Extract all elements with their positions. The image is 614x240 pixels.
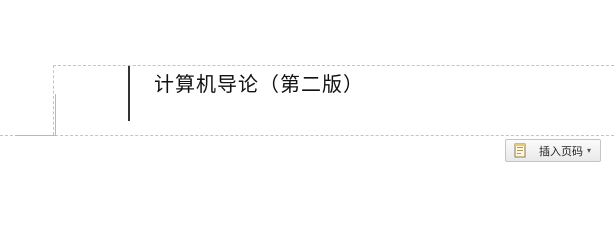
- document-page: 计算机导论（第二版） 插入页码 ▾: [0, 0, 614, 223]
- page-number-icon: [514, 143, 527, 158]
- insert-page-number-label: 插入页码: [539, 144, 583, 158]
- insert-page-number-button[interactable]: 插入页码 ▾: [505, 139, 601, 162]
- header-text[interactable]: 计算机导论（第二版）: [154, 68, 364, 97]
- margin-corner-mark-horizontal: [15, 135, 56, 136]
- chevron-down-icon[interactable]: ▾: [587, 146, 591, 155]
- text-cursor: [128, 66, 130, 121]
- margin-corner-mark-vertical: [55, 94, 56, 135]
- header-boundary-line: [0, 135, 614, 136]
